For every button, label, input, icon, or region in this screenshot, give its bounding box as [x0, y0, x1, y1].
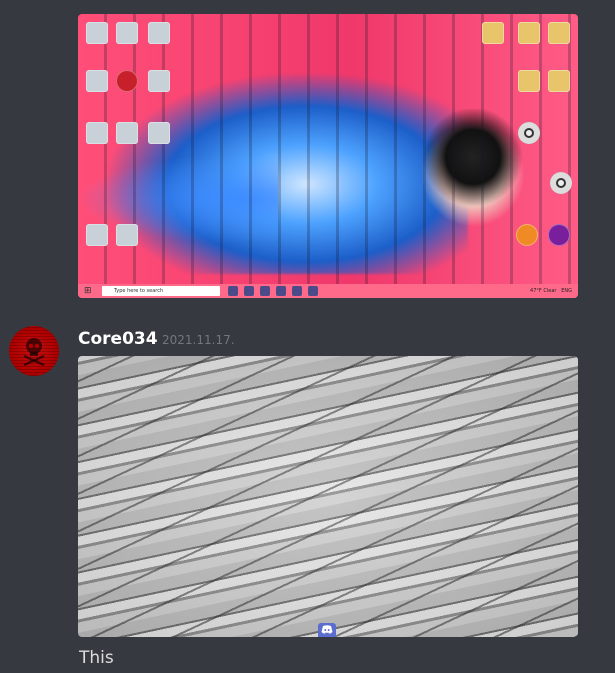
taskbar-apps — [228, 286, 318, 296]
folder-icon — [548, 22, 570, 44]
taskbar-app-icon — [308, 286, 318, 296]
message-text: This — [79, 648, 114, 668]
desktop-icon — [116, 224, 138, 246]
desktop-icon — [148, 70, 170, 92]
app-icon — [548, 224, 570, 246]
folder-icon — [482, 22, 504, 44]
chat-area: ⊞ Type here to search 47°F Clear ENG Cor… — [0, 0, 615, 673]
wallpaper-stripes — [78, 14, 578, 298]
desktop-icon — [116, 22, 138, 44]
desktop-icon — [86, 70, 108, 92]
discord-logo-icon — [318, 623, 336, 637]
desktop-icon — [148, 22, 170, 44]
taskbar-app-icon — [292, 286, 302, 296]
disc-icon — [550, 172, 572, 194]
taskbar-search: Type here to search — [102, 286, 220, 296]
desktop-icon — [86, 224, 108, 246]
folder-icon — [518, 70, 540, 92]
taskbar-app-icon — [260, 286, 270, 296]
folder-icon — [518, 22, 540, 44]
tray-weather: 47°F Clear — [530, 288, 557, 294]
taskbar-app-icon — [276, 286, 286, 296]
taskbar: ⊞ Type here to search 47°F Clear ENG — [78, 284, 578, 298]
desktop-icon — [86, 122, 108, 144]
taskbar-app-icon — [228, 286, 238, 296]
desktop-icon — [116, 122, 138, 144]
desktop-icon — [86, 22, 108, 44]
windows-start-icon: ⊞ — [84, 286, 92, 296]
username[interactable]: Core034 — [78, 329, 158, 349]
desktop-icon — [148, 122, 170, 144]
taskbar-app-icon — [244, 286, 254, 296]
timestamp: 2021.11.17. — [162, 333, 235, 347]
system-tray: 47°F Clear ENG — [530, 286, 572, 296]
image-shading — [78, 356, 578, 637]
skull-crossbones-icon — [23, 338, 45, 366]
folder-icon — [548, 70, 570, 92]
disc-icon — [518, 122, 540, 144]
tray-language: ENG — [561, 288, 572, 294]
avatar[interactable] — [9, 326, 59, 376]
previous-image-attachment[interactable]: ⊞ Type here to search 47°F Clear ENG — [78, 14, 578, 298]
chat-message: Core034 2021.11.17. This — [0, 320, 615, 673]
image-attachment[interactable] — [78, 356, 578, 637]
desktop-icon — [116, 70, 138, 92]
fl-studio-icon — [516, 224, 538, 246]
